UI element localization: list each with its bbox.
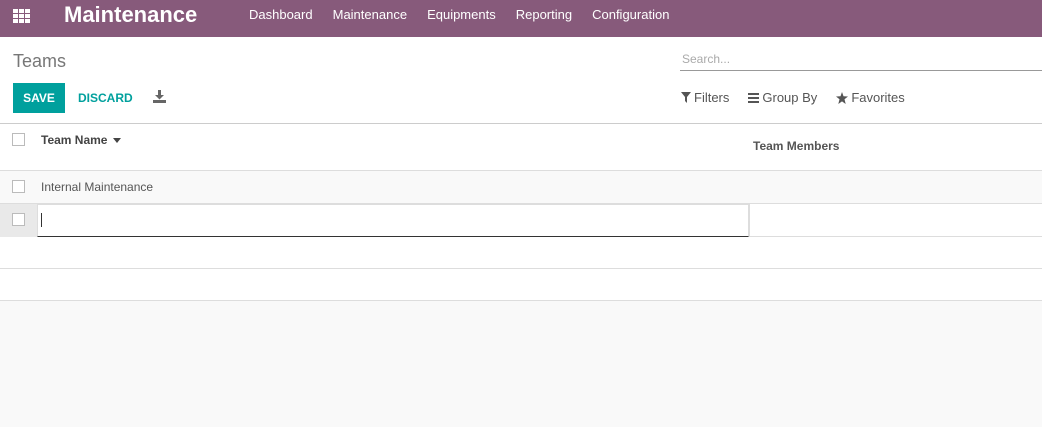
download-icon[interactable] (153, 90, 167, 104)
menu-item-dashboard[interactable]: Dashboard (239, 0, 323, 37)
select-all-checkbox[interactable] (12, 133, 25, 146)
search-options: Filters Group By Favorites (681, 90, 924, 105)
filters-label: Filters (694, 90, 730, 105)
group-by-button[interactable]: Group By (748, 90, 817, 105)
filter-icon (681, 92, 691, 103)
apps-menu-icon[interactable] (13, 9, 31, 23)
filters-button[interactable]: Filters (681, 90, 729, 105)
column-header-team-members[interactable]: Team Members (753, 139, 839, 153)
menu-item-configuration[interactable]: Configuration (582, 0, 679, 37)
team-name-input[interactable] (37, 204, 749, 237)
control-panel: Teams SAVE DISCARD Filters Group By Favo… (0, 37, 1042, 124)
save-button[interactable]: SAVE (13, 83, 65, 113)
table-header: Team Name Team Members (0, 124, 1042, 171)
star-icon (836, 91, 849, 104)
favorites-button[interactable]: Favorites (836, 90, 905, 105)
row-checkbox[interactable] (12, 180, 25, 193)
team-name-cell: Internal Maintenance (41, 180, 154, 194)
editable-row (0, 204, 1042, 237)
breadcrumb: Teams (13, 51, 67, 71)
menu-item-equipments[interactable]: Equipments (417, 0, 506, 37)
column-header-team-name[interactable]: Team Name (41, 133, 122, 147)
search-input[interactable] (680, 50, 1042, 68)
top-navbar: Maintenance Dashboard Maintenance Equipm… (0, 0, 1042, 37)
sort-down-icon (113, 138, 122, 144)
teams-list: Team Name Team Members Internal Maintena… (0, 124, 1042, 301)
search-box (680, 50, 1042, 71)
group-by-label: Group By (762, 90, 818, 105)
list-icon (748, 92, 760, 103)
menu-item-maintenance[interactable]: Maintenance (323, 0, 417, 37)
table-row[interactable]: Internal Maintenance (0, 171, 1042, 204)
empty-row (0, 269, 1042, 301)
app-title[interactable]: Maintenance (64, 2, 197, 28)
main-menu: Dashboard Maintenance Equipments Reporti… (239, 0, 679, 37)
text-cursor (41, 213, 42, 227)
discard-button[interactable]: DISCARD (72, 83, 139, 113)
empty-row (0, 237, 1042, 269)
favorites-label: Favorites (851, 90, 905, 105)
row-checkbox[interactable] (12, 213, 25, 226)
menu-item-reporting[interactable]: Reporting (506, 0, 582, 37)
column-divider (749, 204, 750, 237)
